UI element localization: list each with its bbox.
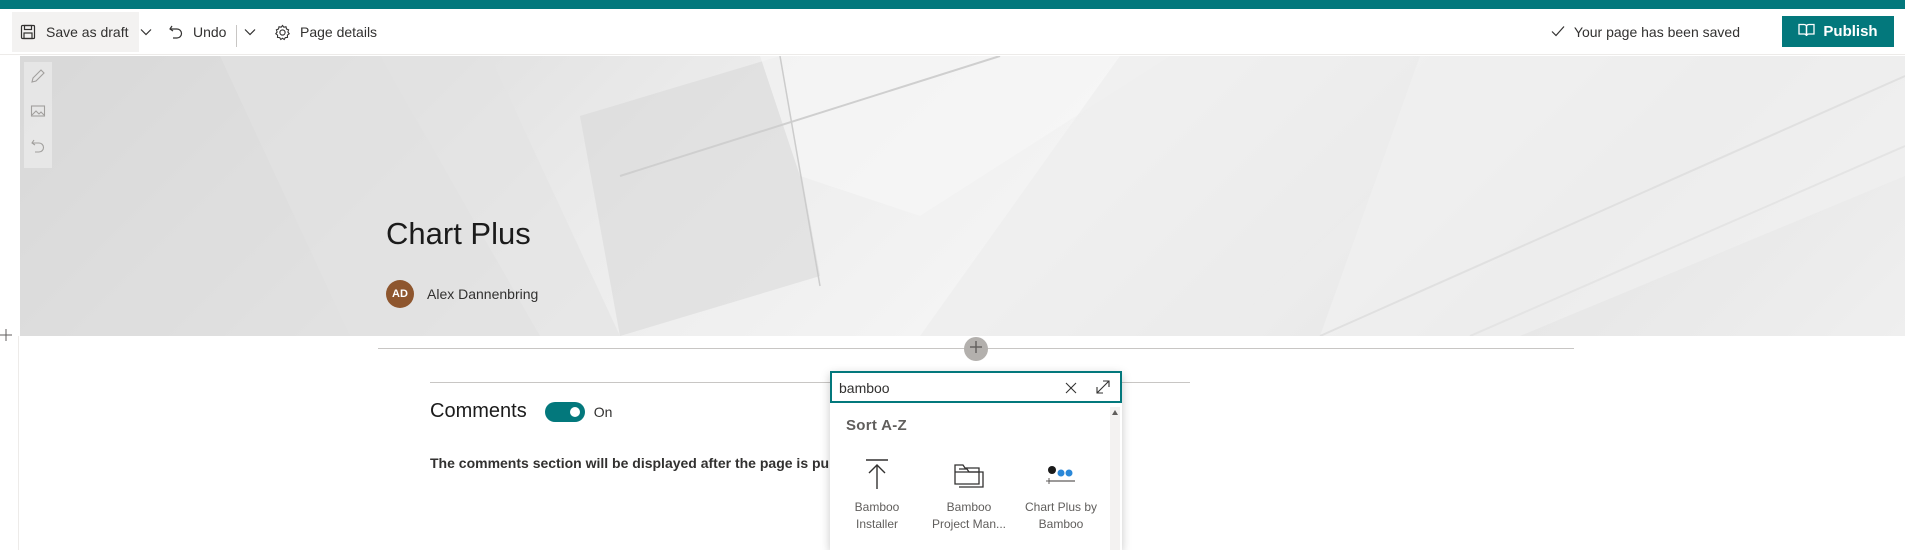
undo-options-chevron[interactable] <box>240 9 260 55</box>
title-banner: Chart Plus AD Alex Dannenbring <box>20 56 1905 336</box>
folders-icon <box>925 451 1013 497</box>
divider <box>236 25 237 47</box>
page-details-label: Page details <box>300 24 378 40</box>
author-name: Alex Dannenbring <box>427 286 539 302</box>
expand-icon[interactable] <box>1095 379 1111 400</box>
save-as-draft-button[interactable]: Save as draft <box>12 12 139 52</box>
pencil-icon[interactable] <box>30 68 46 89</box>
scroll-up-icon[interactable] <box>1112 410 1118 415</box>
upload-icon <box>833 451 921 497</box>
webpart-search-box <box>830 371 1122 403</box>
comments-note: The comments section will be displayed a… <box>430 455 879 471</box>
publish-button[interactable]: Publish <box>1782 16 1894 47</box>
chevron-down-icon <box>140 28 152 36</box>
webpart-tile-name: Bamboo Installer <box>833 499 921 533</box>
tile-name-line-2: Installer <box>855 517 899 531</box>
save-status-text: Your page has been saved <box>1573 24 1740 40</box>
publish-label: Publish <box>1823 23 1878 40</box>
save-as-draft-label: Save as draft <box>46 24 129 40</box>
reset-icon[interactable] <box>30 138 46 159</box>
author-block: AD Alex Dannenbring <box>386 280 538 308</box>
undo-icon <box>168 24 184 40</box>
save-options-chevron[interactable] <box>136 9 156 55</box>
comments-header: Comments On <box>430 400 612 423</box>
tile-name-line-1: Bamboo <box>854 500 900 514</box>
banner-background-image <box>20 56 1905 336</box>
webpart-tile-bamboo-project-manager[interactable]: Bamboo Project Man... <box>925 451 1013 533</box>
save-icon <box>20 24 36 40</box>
tile-name-line-2: Bamboo <box>1038 517 1084 531</box>
page-title[interactable]: Chart Plus <box>386 216 531 252</box>
plus-icon <box>969 340 983 359</box>
chevron-down-icon <box>244 28 256 36</box>
webpart-tile-name: Chart Plus by Bamboo <box>1017 499 1105 533</box>
gear-icon <box>274 24 291 41</box>
section-guide-line <box>18 336 19 550</box>
add-webpart-button[interactable] <box>964 337 988 361</box>
book-icon <box>1798 23 1816 41</box>
chart-plus-icon <box>1017 451 1105 497</box>
tile-name-line-1: Bamboo <box>946 500 992 514</box>
comments-heading: Comments <box>430 400 527 422</box>
banner-edit-toolbar <box>24 62 52 168</box>
comments-toggle[interactable] <box>544 401 585 422</box>
image-icon[interactable] <box>30 103 46 124</box>
webpart-tile-bamboo-installer[interactable]: Bamboo Installer <box>833 451 921 533</box>
undo-label: Undo <box>193 24 227 40</box>
webpart-tile-chart-plus-by-bamboo[interactable]: Chart Plus by Bamboo <box>1017 451 1105 533</box>
page-details-button[interactable]: Page details <box>274 9 377 55</box>
sort-label[interactable]: Sort A-Z <box>846 417 907 434</box>
webpart-picker: Sort A-Z Bamboo Installer Bamboo Project… <box>830 371 1122 550</box>
tile-name-line-2: Project Man... <box>931 517 1007 531</box>
webpart-search-input[interactable] <box>839 377 1049 399</box>
comments-toggle-label: On <box>593 403 613 420</box>
suite-bar <box>0 0 1905 9</box>
picker-scrollbar[interactable] <box>1110 407 1120 550</box>
webpart-tile-name: Bamboo Project Man... <box>925 499 1013 533</box>
avatar: AD <box>386 280 414 308</box>
clear-search-icon[interactable] <box>1065 381 1077 399</box>
save-status: Your page has been saved <box>1551 9 1740 55</box>
undo-button[interactable]: Undo <box>168 9 226 55</box>
tile-name-line-1: Chart Plus by <box>1024 500 1098 514</box>
add-section-icon[interactable] <box>0 328 12 346</box>
command-bar: Save as draft Undo Page details Your pag… <box>0 9 1905 55</box>
checkmark-icon <box>1551 24 1565 40</box>
